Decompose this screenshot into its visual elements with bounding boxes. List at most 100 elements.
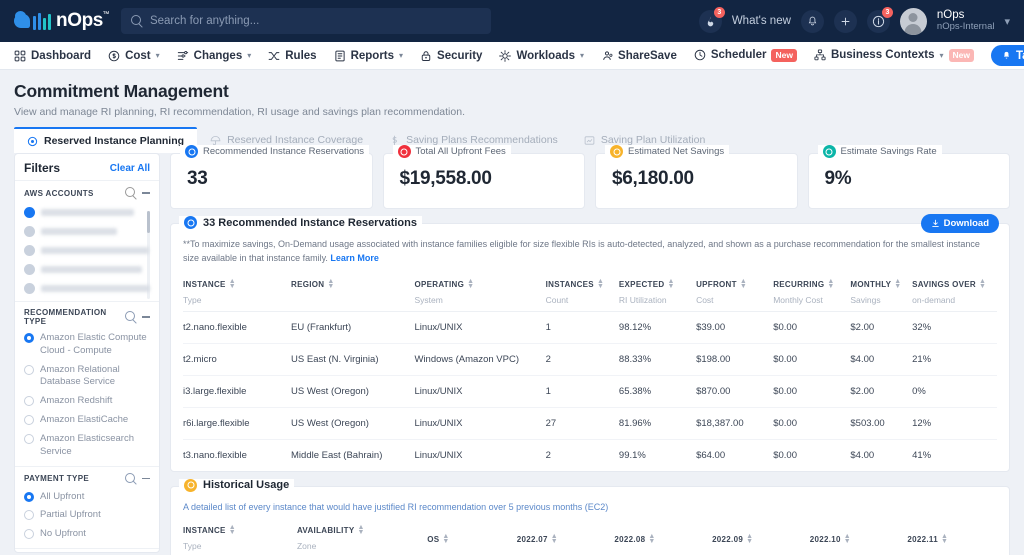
notifications-button[interactable] (800, 9, 824, 33)
avatar[interactable] (899, 7, 927, 35)
radio-icon[interactable] (24, 245, 35, 256)
radio-icon[interactable] (24, 283, 35, 294)
radio-icon[interactable] (24, 207, 35, 218)
table-row[interactable]: t2.nano.flexible EU (Frankfurt) Linux/UN… (183, 311, 997, 344)
list-item[interactable] (24, 283, 150, 294)
sort-icon[interactable]: ▲ ▼ (597, 278, 604, 290)
col-availability-zone[interactable]: AVAILABILITY ▲ ▼ Zone (296, 511, 428, 555)
radio-icon[interactable] (24, 529, 34, 540)
nav-item-reports[interactable]: Reports ▾ (334, 50, 403, 62)
sort-icon[interactable]: ▲ ▼ (229, 524, 236, 536)
nops-logo[interactable]: nOps ™ (14, 10, 109, 32)
sort-icon[interactable]: ▲ ▼ (827, 278, 834, 290)
col-expected-ri-utilization[interactable]: EXPECTED ▲ ▼ RI Utilization (618, 265, 697, 312)
table-row[interactable]: r6i.large.flexible US West (Oregon) Linu… (183, 407, 997, 440)
col-region[interactable]: REGION ▲ ▼ (291, 265, 415, 312)
tab-reserved-instance-planning[interactable]: Reserved Instance Planning (14, 127, 198, 153)
col-os[interactable]: OS ▲ ▼ (427, 511, 517, 555)
collapse-icon[interactable] (142, 316, 150, 318)
nav-item-scheduler[interactable]: Scheduler New (694, 48, 797, 63)
table-row[interactable]: t3.nano.flexible Middle East (Bahrain) L… (183, 439, 997, 471)
aws-accounts-list[interactable] (24, 207, 150, 299)
filter-group-header[interactable]: AWS ACCOUNTS (24, 187, 150, 199)
col-operating-system[interactable]: OPERATING ▲ ▼ System (414, 265, 546, 312)
info-button[interactable]: 3 (866, 6, 893, 33)
radio-icon[interactable] (24, 226, 35, 237)
nav-item-security[interactable]: Security (420, 50, 482, 62)
radio-icon[interactable] (24, 510, 34, 521)
nav-item-dashboard[interactable]: Dashboard (14, 50, 91, 62)
search-icon[interactable] (125, 472, 137, 485)
sort-icon[interactable]: ▲ ▼ (648, 533, 655, 545)
col-2022-09[interactable]: 2022.09 ▲ ▼ (712, 511, 810, 555)
filter-option-partial-upfront[interactable]: Partial Upfront (24, 509, 150, 522)
tasks-button[interactable]: Tasks ▾ (990, 45, 1024, 66)
col-savings-over-on-demand[interactable]: SAVINGS OVER ▲ ▼ on-demand (912, 265, 997, 312)
col-2022-07[interactable]: 2022.07 ▲ ▼ (516, 511, 615, 555)
clear-all-button[interactable]: Clear All (110, 163, 150, 174)
col-2022-10[interactable]: 2022.10 ▲ ▼ (809, 511, 908, 555)
col-2022-08[interactable]: 2022.08 ▲ ▼ (614, 511, 713, 555)
nav-item-business-contexts[interactable]: Business Contexts ▾ New (814, 48, 974, 63)
radio-icon[interactable] (24, 415, 34, 426)
nav-item-changes[interactable]: Changes ▾ (177, 50, 251, 62)
col-upfront-cost[interactable]: UPFRONT ▲ ▼ Cost (696, 265, 774, 312)
col-2022-11[interactable]: 2022.11 ▲ ▼ (907, 511, 997, 555)
col-instance-type[interactable]: INSTANCE ▲ ▼ Type (183, 511, 297, 555)
sort-icon[interactable]: ▲ ▼ (229, 278, 236, 290)
sort-icon[interactable]: ▲ ▼ (746, 533, 753, 545)
sort-icon[interactable]: ▲ ▼ (327, 278, 334, 290)
nav-item-sharesave[interactable]: ShareSave (601, 50, 677, 62)
whats-new-button[interactable]: 3 (698, 6, 725, 33)
list-item[interactable] (24, 245, 150, 256)
list-item[interactable] (24, 207, 150, 218)
radio-icon[interactable] (24, 433, 34, 444)
search-icon[interactable] (125, 187, 137, 199)
col-instances-count[interactable]: INSTANCES ▲ ▼ Count (545, 265, 619, 312)
col-recurring-monthly-cost[interactable]: RECURRING ▲ ▼ Monthly Cost (773, 265, 851, 312)
list-item[interactable] (24, 226, 150, 237)
radio-icon[interactable] (24, 264, 35, 275)
nav-item-cost[interactable]: Cost ▾ (108, 50, 160, 62)
radio-icon[interactable] (24, 491, 34, 502)
list-item[interactable] (24, 264, 150, 275)
table-row[interactable]: t2.micro US East (N. Virginia) Windows (… (183, 343, 997, 376)
collapse-icon[interactable] (142, 477, 150, 480)
learn-more-link[interactable]: Learn More (330, 253, 379, 263)
sort-icon[interactable]: ▲ ▼ (941, 533, 948, 545)
filter-option-rds[interactable]: Amazon Relational Database Service (24, 364, 150, 390)
add-button[interactable] (833, 9, 857, 33)
sort-icon[interactable]: ▲ ▼ (740, 278, 747, 290)
nav-item-rules[interactable]: Rules (268, 50, 317, 62)
radio-icon[interactable] (24, 364, 34, 375)
nav-item-workloads[interactable]: Workloads ▾ (499, 50, 584, 62)
sort-icon[interactable]: ▲ ▼ (357, 524, 364, 536)
collapse-icon[interactable] (142, 192, 150, 194)
sort-icon[interactable]: ▲ ▼ (467, 278, 474, 290)
col-monthly-savings[interactable]: MONTHLY ▲ ▼ Savings (850, 265, 913, 312)
user-menu[interactable]: nOps nOps-Internal (937, 9, 995, 33)
sort-icon[interactable]: ▲ ▼ (442, 533, 449, 545)
filter-option-ec2[interactable]: Amazon Elastic Compute Cloud - Compute (24, 332, 150, 358)
filter-group-header[interactable]: RECOMMENDATION TYPE (24, 308, 150, 326)
filter-option-redshift[interactable]: Amazon Redshift (24, 395, 150, 408)
scrollbar-thumb[interactable] (147, 211, 150, 233)
filter-option-all-upfront[interactable]: All Upfront (24, 491, 150, 504)
radio-icon[interactable] (24, 396, 34, 407)
filter-group-header[interactable]: PAYMENT TYPE (24, 472, 150, 485)
col-instance-type[interactable]: INSTANCE ▲ ▼ Type (183, 265, 292, 312)
sort-icon[interactable]: ▲ ▼ (979, 278, 986, 290)
search-input[interactable]: Search for anything... (120, 8, 491, 34)
filter-option-no-upfront[interactable]: No Upfront (24, 528, 150, 541)
sort-icon[interactable]: ▲ ▼ (844, 533, 851, 545)
radio-icon[interactable] (24, 333, 34, 343)
whats-new-label[interactable]: What's new (732, 15, 791, 27)
sort-icon[interactable]: ▲ ▼ (894, 278, 901, 290)
chevron-down-icon[interactable]: ▾ (1004, 15, 1010, 28)
search-icon[interactable] (125, 311, 137, 323)
download-button[interactable]: Download (920, 214, 999, 233)
sort-icon[interactable]: ▲ ▼ (551, 533, 558, 545)
sort-icon[interactable]: ▲ ▼ (667, 278, 674, 290)
filter-option-elasticache[interactable]: Amazon ElastiCache (24, 414, 150, 427)
filter-option-elasticsearch[interactable]: Amazon Elasticsearch Service (24, 433, 150, 459)
